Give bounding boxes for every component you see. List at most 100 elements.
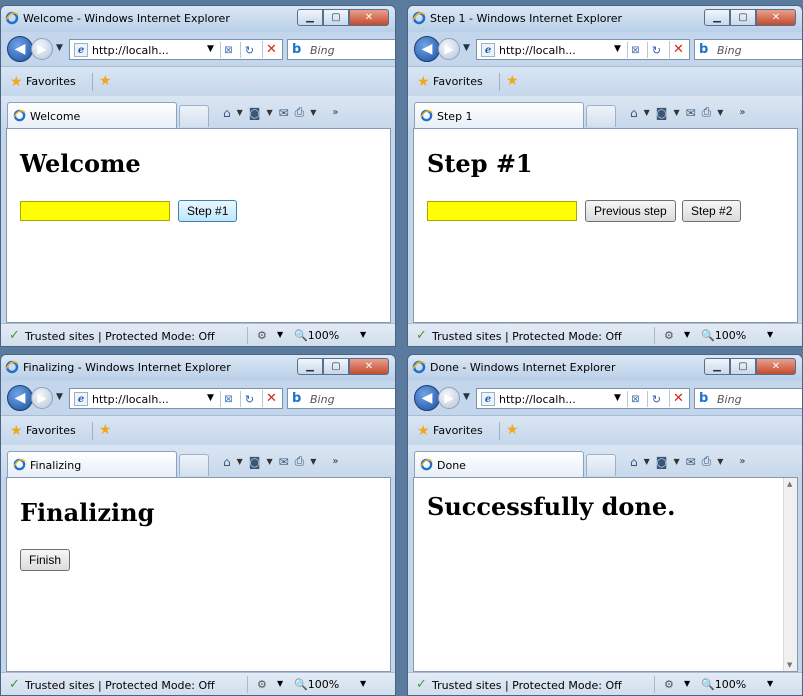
address-dropdown-icon[interactable]: ▼: [614, 44, 621, 54]
previous-step-button[interactable]: Previous step: [585, 200, 676, 222]
zoom-level[interactable]: 🔍100%: [294, 329, 339, 342]
zoom-level[interactable]: 🔍100%: [294, 678, 339, 691]
compatibility-icon[interactable]: ⊠: [220, 42, 236, 58]
back-arrow-icon[interactable]: ◀: [7, 385, 33, 411]
title-bar[interactable]: Welcome - Windows Internet Explorer ▁ ▢ …: [1, 6, 395, 32]
feeds-icon[interactable]: ◙: [656, 455, 668, 469]
zoom-level[interactable]: 🔍100%: [701, 329, 746, 342]
tab-active[interactable]: Done: [414, 451, 584, 477]
add-favorite-icon[interactable]: ★: [99, 423, 112, 437]
chevron-right-icon[interactable]: »: [332, 456, 338, 467]
maximize-button[interactable]: ▢: [323, 9, 349, 26]
scroll-up-icon[interactable]: ▲: [787, 480, 792, 488]
print-dropdown-icon[interactable]: ▼: [310, 108, 316, 117]
vertical-scrollbar[interactable]: ▲ ▼: [783, 478, 797, 671]
zoom-dropdown-icon[interactable]: ▼: [767, 679, 773, 688]
minimize-button[interactable]: ▁: [297, 9, 323, 26]
history-dropdown-icon[interactable]: ▼: [56, 392, 63, 402]
zone-dropdown-icon[interactable]: ▼: [277, 679, 283, 688]
star-icon[interactable]: ★: [417, 75, 430, 89]
add-favorite-icon[interactable]: ★: [506, 74, 519, 88]
print-dropdown-icon[interactable]: ▼: [717, 108, 723, 117]
title-bar[interactable]: Done - Windows Internet Explorer ▁ ▢ ✕: [408, 355, 802, 381]
new-tab-button[interactable]: [586, 454, 616, 476]
new-tab-button[interactable]: [179, 454, 209, 476]
home-icon[interactable]: ⌂: [630, 106, 638, 120]
chevron-right-icon[interactable]: »: [739, 456, 745, 467]
star-icon[interactable]: ★: [10, 424, 23, 438]
forward-arrow-icon[interactable]: ▶: [438, 387, 460, 409]
address-bar[interactable]: e http://localh... ▼ ⊠ ↻ ✕: [69, 39, 283, 60]
scroll-down-icon[interactable]: ▼: [787, 661, 792, 669]
home-icon[interactable]: ⌂: [630, 455, 638, 469]
print-icon[interactable]: ⎙: [295, 105, 305, 120]
favorites-button[interactable]: Favorites: [433, 75, 483, 88]
favorites-button[interactable]: Favorites: [433, 424, 483, 437]
search-placeholder[interactable]: Bing: [717, 393, 742, 406]
zoom-value[interactable]: 100%: [308, 329, 339, 342]
zone-icon[interactable]: ⚙: [257, 678, 267, 691]
stop-icon[interactable]: ✕: [669, 390, 687, 407]
search-placeholder[interactable]: Bing: [717, 44, 742, 57]
star-icon[interactable]: ★: [10, 75, 23, 89]
favorites-button[interactable]: Favorites: [26, 75, 76, 88]
back-arrow-icon[interactable]: ◀: [414, 36, 440, 62]
search-box[interactable]: b Bing: [287, 388, 395, 409]
minimize-button[interactable]: ▁: [704, 9, 730, 26]
zone-icon[interactable]: ⚙: [664, 678, 674, 691]
address-text[interactable]: http://localh...: [499, 44, 576, 57]
zoom-value[interactable]: 100%: [715, 678, 746, 691]
close-button[interactable]: ✕: [349, 358, 389, 375]
zoom-dropdown-icon[interactable]: ▼: [360, 330, 366, 339]
feeds-dropdown-icon[interactable]: ▼: [266, 108, 272, 117]
close-button[interactable]: ✕: [756, 358, 796, 375]
address-text[interactable]: http://localh...: [499, 393, 576, 406]
forward-arrow-icon[interactable]: ▶: [31, 38, 53, 60]
history-dropdown-icon[interactable]: ▼: [463, 392, 470, 402]
history-dropdown-icon[interactable]: ▼: [56, 43, 63, 53]
print-icon[interactable]: ⎙: [702, 105, 712, 120]
search-box[interactable]: b Bing: [694, 388, 802, 409]
forward-arrow-icon[interactable]: ▶: [31, 387, 53, 409]
address-text[interactable]: http://localh...: [92, 393, 169, 406]
refresh-icon[interactable]: ↻: [240, 391, 258, 407]
chevron-right-icon[interactable]: »: [332, 107, 338, 118]
finish-button[interactable]: Finish: [20, 549, 71, 571]
compatibility-icon[interactable]: ⊠: [627, 42, 643, 58]
feeds-icon[interactable]: ◙: [249, 106, 261, 120]
mail-icon[interactable]: ✉: [279, 106, 289, 120]
search-box[interactable]: b Bing: [287, 39, 395, 60]
address-dropdown-icon[interactable]: ▼: [614, 393, 621, 403]
maximize-button[interactable]: ▢: [730, 358, 756, 375]
mail-icon[interactable]: ✉: [279, 455, 289, 469]
step-1-button[interactable]: Step #1: [178, 200, 238, 222]
title-bar[interactable]: Finalizing - Windows Internet Explorer ▁…: [1, 355, 395, 381]
address-bar[interactable]: e http://localh... ▼ ⊠ ↻ ✕: [476, 39, 690, 60]
home-dropdown-icon[interactable]: ▼: [644, 108, 650, 117]
feeds-dropdown-icon[interactable]: ▼: [266, 457, 272, 466]
compatibility-icon[interactable]: ⊠: [220, 391, 236, 407]
refresh-icon[interactable]: ↻: [647, 391, 665, 407]
zoom-dropdown-icon[interactable]: ▼: [360, 679, 366, 688]
tab-active[interactable]: Finalizing: [7, 451, 177, 477]
add-favorite-icon[interactable]: ★: [99, 74, 112, 88]
zoom-dropdown-icon[interactable]: ▼: [767, 330, 773, 339]
step-2-button[interactable]: Step #2: [682, 200, 742, 222]
close-button[interactable]: ✕: [756, 9, 796, 26]
home-icon[interactable]: ⌂: [223, 455, 231, 469]
feeds-icon[interactable]: ◙: [249, 455, 261, 469]
favorites-button[interactable]: Favorites: [26, 424, 76, 437]
history-dropdown-icon[interactable]: ▼: [463, 43, 470, 53]
back-arrow-icon[interactable]: ◀: [414, 385, 440, 411]
mail-icon[interactable]: ✉: [686, 455, 696, 469]
close-button[interactable]: ✕: [349, 9, 389, 26]
maximize-button[interactable]: ▢: [323, 358, 349, 375]
print-dropdown-icon[interactable]: ▼: [717, 457, 723, 466]
text-field[interactable]: [20, 201, 170, 221]
print-icon[interactable]: ⎙: [295, 454, 305, 469]
refresh-icon[interactable]: ↻: [647, 42, 665, 58]
home-dropdown-icon[interactable]: ▼: [644, 457, 650, 466]
zoom-value[interactable]: 100%: [715, 329, 746, 342]
stop-icon[interactable]: ✕: [262, 390, 280, 407]
address-bar[interactable]: e http://localh... ▼ ⊠ ↻ ✕: [476, 388, 690, 409]
